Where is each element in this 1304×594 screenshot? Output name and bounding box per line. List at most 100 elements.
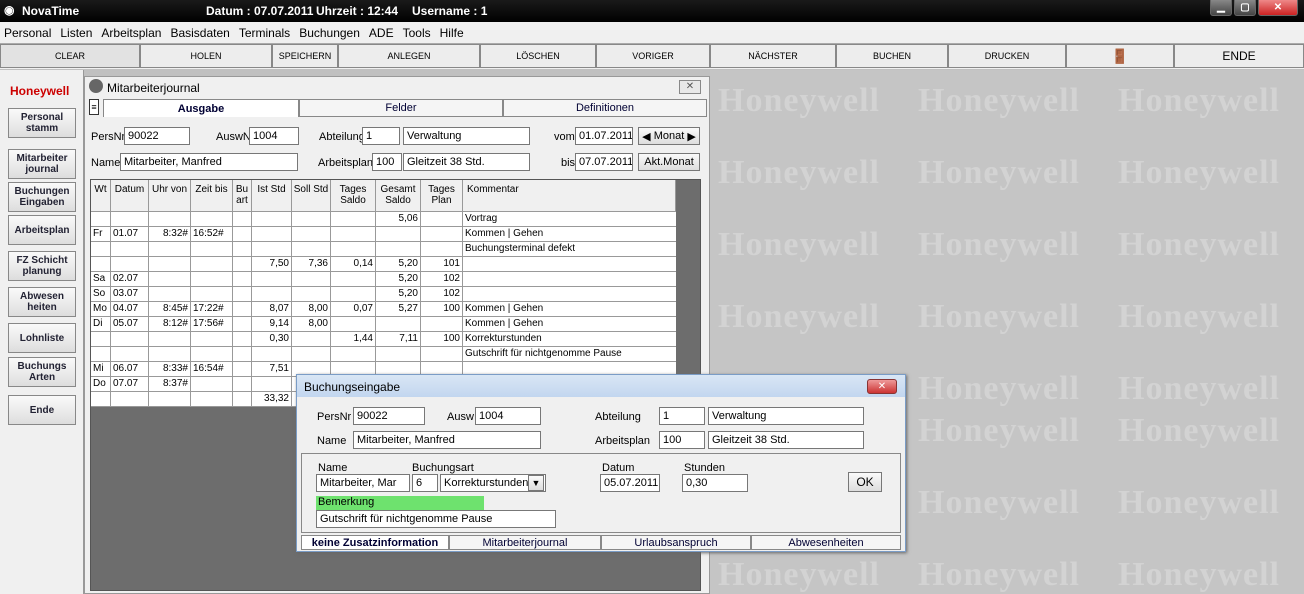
sidebar-item-ende[interactable]: Ende (8, 395, 76, 425)
menu-personal[interactable]: Personal (4, 26, 51, 40)
table-row[interactable]: Mo 04.07 8:45# 17:22# 8,07 8,00 0,07 5,27 100 Kom… (91, 302, 676, 317)
menu-basisdaten[interactable]: Basisdaten (170, 26, 229, 40)
drucken-button[interactable]: DRUCKEN (948, 44, 1066, 68)
sidebar-item-personalstamm[interactable]: Personal stamm (8, 108, 76, 138)
table-row[interactable]: Fr 01.07 8:32# 16:52# Kommen | Gehen (91, 227, 676, 242)
table-row[interactable]: Sa 02.07 5,20 102 (91, 272, 676, 287)
sidebar-item-buchungsarten[interactable]: Buchungs Arten (8, 357, 76, 387)
menu-tools[interactable]: Tools (403, 26, 431, 40)
holen-button[interactable]: HOLEN (140, 44, 272, 68)
tab-urlaubsanspruch[interactable]: Urlaubsanspruch (601, 535, 751, 550)
table-row[interactable]: Buchungsterminal defekt (91, 242, 676, 257)
table-cell: Do (91, 377, 111, 392)
sidebar-item-fz-schichtplanung[interactable]: FZ Schicht planung (8, 251, 76, 281)
sidebar-item-abwesenheiten[interactable]: Abwesen heiten (8, 287, 76, 317)
table-row[interactable]: 5,06 Vortrag (91, 212, 676, 227)
buchungsart-nr-field[interactable]: 6 (412, 474, 438, 492)
menu-buchungen[interactable]: Buchungen (299, 26, 360, 40)
close-icon[interactable]: ✕ (679, 80, 701, 94)
abteilung-nr-field[interactable]: 1 (362, 127, 400, 145)
table-row[interactable]: Di 05.07 8:12# 17:56# 9,14 8,00 Kommen | Gehen (91, 317, 676, 332)
vom-date-field[interactable]: 01.07.2011 (575, 127, 633, 145)
tab-ausgabe[interactable]: Ausgabe (103, 99, 299, 117)
bis-date-field[interactable]: 07.07.2011 (575, 153, 633, 171)
ende-button[interactable]: ENDE (1174, 44, 1304, 68)
minimize-icon[interactable]: ▁ (1210, 0, 1232, 16)
sidebar-item-mitarbeiterjournal[interactable]: Mitarbeiter journal (8, 149, 76, 179)
ausw-field[interactable]: 1004 (475, 407, 541, 425)
tab-keine-zusatzinformation[interactable]: keine Zusatzinformation (301, 535, 449, 550)
table-row[interactable]: Gutschrift für nichtgenomme Pause (91, 347, 676, 362)
maximize-icon[interactable]: ▢ (1234, 0, 1256, 16)
anlegen-button[interactable]: ANLEGEN (338, 44, 480, 68)
arbeitsplan-name-field[interactable]: Gleitzeit 38 Std. (708, 431, 864, 449)
table-row[interactable]: So 03.07 5,20 102 (91, 287, 676, 302)
arbeitsplan-nr-field[interactable]: 100 (372, 153, 402, 171)
sidebar-item-buchungen-eingaben[interactable]: Buchungen Eingaben (8, 182, 76, 212)
table-cell (191, 287, 233, 302)
buchen-button[interactable]: BUCHEN (836, 44, 948, 68)
name2-field[interactable]: Mitarbeiter, Mar (316, 474, 410, 492)
auswnr-field[interactable]: 1004 (249, 127, 299, 145)
table-cell (331, 287, 376, 302)
prev-month-icon[interactable]: ◀ (642, 130, 650, 143)
table-cell: Kommen | Gehen (465, 303, 544, 314)
tab-felder[interactable]: Felder (299, 99, 503, 117)
col-bu-art: Bu art (233, 180, 252, 212)
loeschen-button[interactable]: LÖSCHEN (480, 44, 596, 68)
table-cell: 0,14 (331, 257, 376, 272)
menu-listen[interactable]: Listen (60, 26, 92, 40)
name-label: Name (91, 157, 121, 169)
next-month-icon[interactable]: ▶ (687, 130, 695, 143)
akt-monat-button[interactable]: Akt.Monat (638, 153, 700, 171)
table-cell (111, 332, 149, 347)
name-field[interactable]: Mitarbeiter, Manfred (353, 431, 541, 449)
menu-arbeitsplan[interactable]: Arbeitsplan (101, 26, 161, 40)
tab-definitionen[interactable]: Definitionen (503, 99, 707, 117)
menu-ade[interactable]: ADE (369, 26, 394, 40)
voriger-button[interactable]: VORIGER (596, 44, 710, 68)
naechster-button[interactable]: NÄCHSTER (710, 44, 836, 68)
monat-stepper[interactable]: ◀ Monat ▶ (638, 127, 700, 145)
menu-hilfe[interactable]: Hilfe (440, 26, 464, 40)
name-field[interactable]: Mitarbeiter, Manfred (120, 153, 298, 171)
bemerkung-field[interactable]: Gutschrift für nichtgenomme Pause (316, 510, 556, 528)
sidebar-item-lohnliste[interactable]: Lohnliste (8, 323, 76, 353)
watermark: Honeywell (918, 82, 1080, 119)
table-row[interactable]: 7,50 7,36 0,14 5,20 101 (91, 257, 676, 272)
clear-button[interactable]: CLEAR (0, 44, 140, 68)
bemerkung-label: Bemerkung (316, 496, 484, 510)
arbeitsplan-name-field[interactable]: Gleitzeit 38 Std. (403, 153, 530, 171)
chevron-down-icon[interactable]: ▼ (528, 475, 544, 491)
table-cell (233, 227, 252, 242)
arbeitsplan-nr-field[interactable]: 100 (659, 431, 705, 449)
table-cell (111, 212, 149, 227)
menu-icon[interactable]: ≡ (89, 99, 99, 115)
table-cell: 0,07 (331, 302, 376, 317)
watermark: Honeywell (918, 412, 1080, 449)
table-row[interactable]: 0,30 1,44 7,11 100 Korrekturstunden (91, 332, 676, 347)
table-cell (463, 287, 676, 302)
datum-field[interactable]: 05.07.2011 (600, 474, 660, 492)
abteilung-label: Abteilung (595, 411, 641, 423)
abteilung-name-field[interactable]: Verwaltung (708, 407, 864, 425)
datum-label: Datum (602, 462, 635, 474)
abteilung-nr-field[interactable]: 1 (659, 407, 705, 425)
sidebar-item-arbeitsplan[interactable]: Arbeitsplan (8, 215, 76, 245)
persnr-field[interactable]: 90022 (353, 407, 425, 425)
table-cell (252, 212, 292, 227)
ok-button[interactable]: OK (848, 472, 882, 492)
stunden-field[interactable]: 0,30 (682, 474, 748, 492)
table-cell (292, 332, 331, 347)
tab-abwesenheiten[interactable]: Abwesenheiten (751, 535, 901, 550)
exit-door-button[interactable]: 🚪 (1066, 44, 1174, 68)
menu-terminals[interactable]: Terminals (239, 26, 290, 40)
abteilung-name-field[interactable]: Verwaltung (403, 127, 530, 145)
close-icon[interactable]: ✕ (867, 379, 897, 394)
close-icon[interactable]: ✕ (1258, 0, 1298, 16)
persnr-field[interactable]: 90022 (124, 127, 190, 145)
tab-mitarbeiterjournal[interactable]: Mitarbeiterjournal (449, 535, 601, 550)
watermark: Honeywell (918, 556, 1080, 593)
speichern-button[interactable]: SPEICHERN (272, 44, 338, 68)
table-cell (91, 242, 111, 257)
